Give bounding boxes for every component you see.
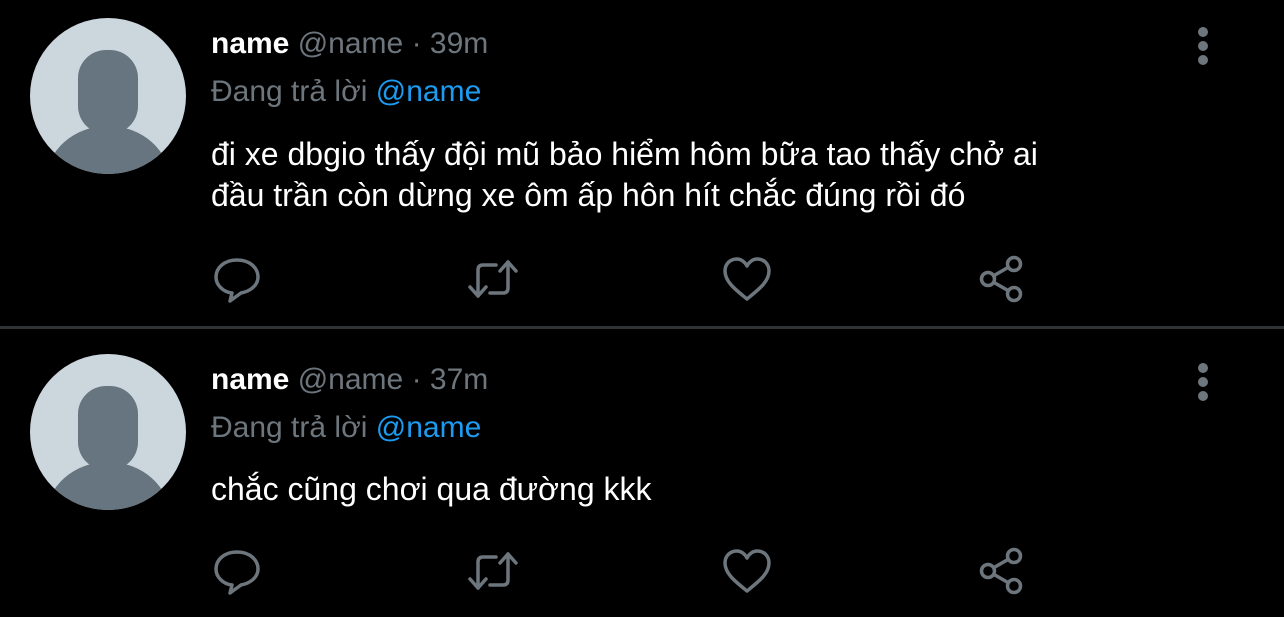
replying-label: Đang trả lời <box>211 75 368 108</box>
reply-icon <box>214 258 260 303</box>
display-name[interactable]: name <box>211 363 289 396</box>
tweet-actions <box>0 544 1284 598</box>
avatar-head <box>78 386 138 470</box>
replying-to: Đang trả lời @name <box>211 408 481 448</box>
tweet-text: chắc cũng chơi qua đường kkk <box>211 469 1211 510</box>
user-handle[interactable]: @name <box>298 27 404 60</box>
reply-button[interactable] <box>210 252 264 306</box>
tweet-header: name @name · 39m <box>211 24 488 64</box>
timestamp[interactable]: 39m <box>430 27 488 60</box>
retweet-icon <box>468 260 518 298</box>
tweet[interactable]: name @name · 39m Đang trả lời @name đi x… <box>0 0 1284 327</box>
retweet-button[interactable] <box>466 252 520 306</box>
share-icon <box>979 547 1023 595</box>
tweet-text: đi xe dbgio thấy đội mũ bảo hiểm hôm bữa… <box>211 134 1211 216</box>
share-icon <box>979 255 1023 303</box>
share-button[interactable] <box>974 544 1028 598</box>
more-vertical-icon[interactable] <box>1186 24 1220 68</box>
like-button[interactable] <box>720 544 774 598</box>
more-vertical-icon[interactable] <box>1186 360 1220 404</box>
tweet[interactable]: name @name · 37m Đang trả lời @name chắc… <box>0 329 1284 617</box>
avatar[interactable] <box>30 18 186 174</box>
reply-icon <box>214 550 260 595</box>
tweet-text-line: đầu trần còn dừng xe ôm ấp hôn hít chắc … <box>211 177 966 213</box>
separator-dot: · <box>411 27 422 60</box>
like-icon <box>723 257 771 301</box>
timestamp[interactable]: 37m <box>430 363 488 396</box>
user-handle[interactable]: @name <box>298 363 404 396</box>
like-button[interactable] <box>720 252 774 306</box>
replying-to: Đang trả lời @name <box>211 72 481 112</box>
mention-link[interactable]: @name <box>376 75 482 108</box>
retweet-button[interactable] <box>466 544 520 598</box>
replying-label: Đang trả lời <box>211 411 368 444</box>
tweet-text-line: chắc cũng chơi qua đường kkk <box>211 471 652 507</box>
avatar[interactable] <box>30 354 186 510</box>
reply-button[interactable] <box>210 544 264 598</box>
tweet-text-line: đi xe dbgio thấy đội mũ bảo hiểm hôm bữa… <box>211 136 1038 172</box>
tweet-actions <box>0 252 1284 306</box>
mention-link[interactable]: @name <box>376 411 482 444</box>
avatar-head <box>78 50 138 134</box>
like-icon <box>723 549 771 593</box>
tweet-feed: name @name · 39m Đang trả lời @name đi x… <box>0 0 1284 617</box>
display-name[interactable]: name <box>211 27 289 60</box>
retweet-icon <box>468 552 518 590</box>
separator-dot: · <box>411 363 422 396</box>
share-button[interactable] <box>974 252 1028 306</box>
tweet-header: name @name · 37m <box>211 360 488 400</box>
